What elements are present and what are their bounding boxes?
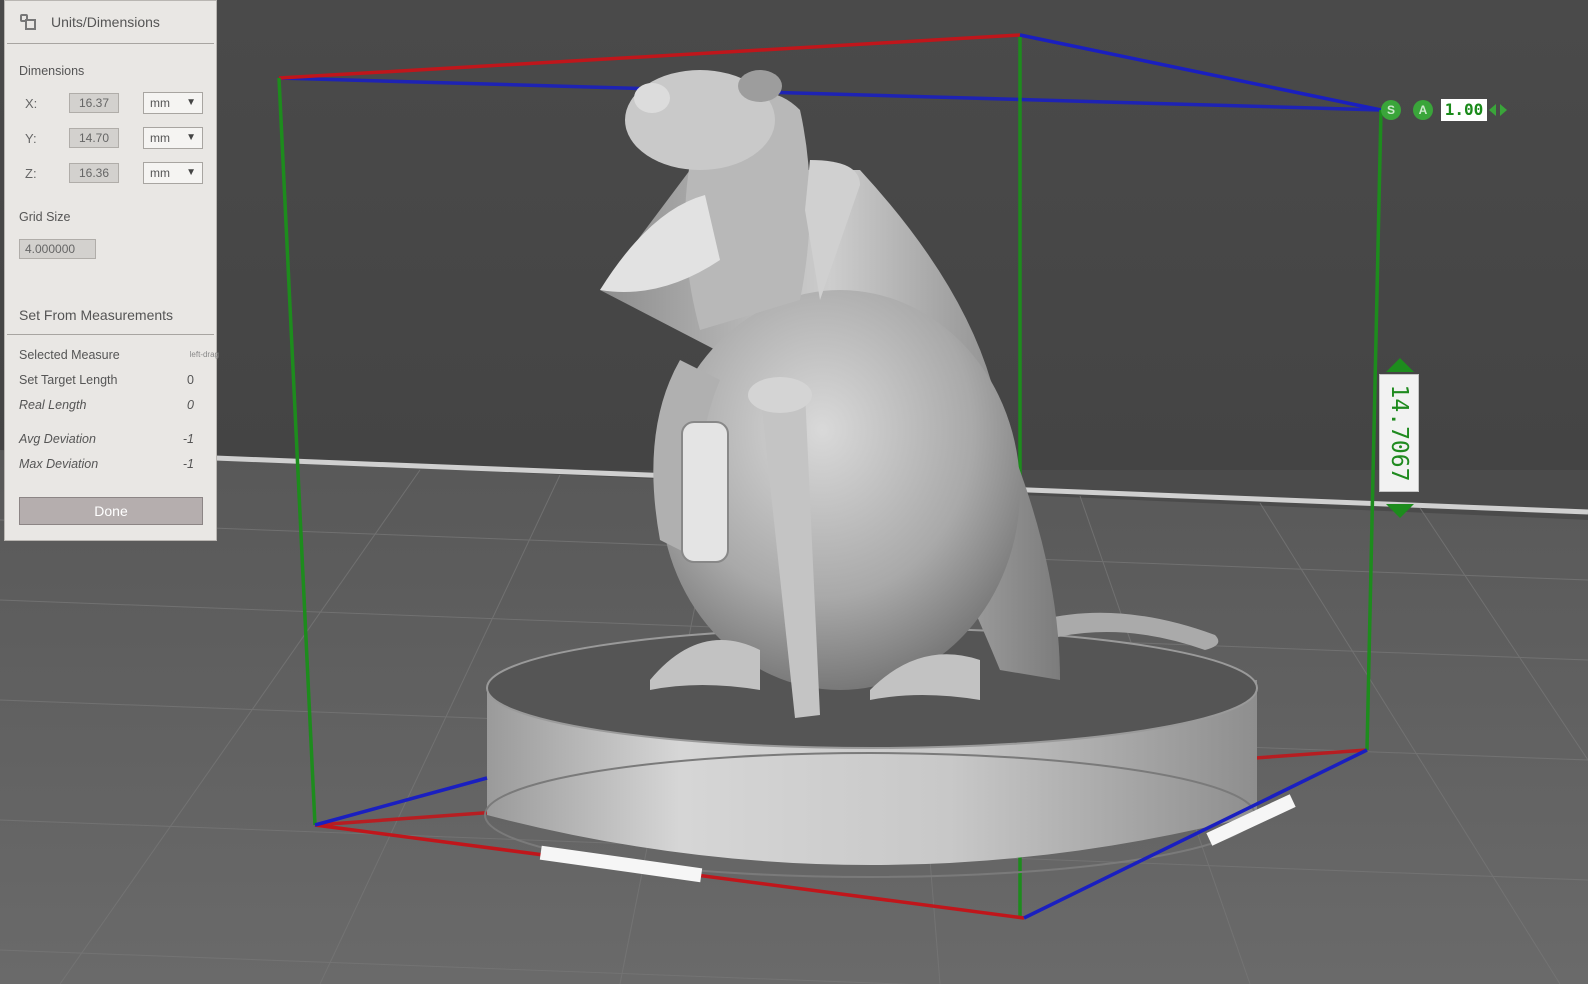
dimension-row-x: X: 16.37 mm ▼: [19, 92, 209, 115]
height-measure-value: 14.7067: [1386, 384, 1412, 482]
scale-increase-arrow-icon[interactable]: [1500, 104, 1507, 116]
set-target-length-input[interactable]: 0: [187, 373, 194, 387]
axis-label-z: Z:: [25, 166, 37, 181]
3d-viewport[interactable]: [0, 0, 1588, 984]
max-deviation-value: -1: [182, 457, 194, 471]
dimension-z-input[interactable]: 16.36: [69, 163, 119, 183]
scale-s-button[interactable]: S: [1381, 100, 1401, 120]
dimensions-label: Dimensions: [19, 64, 85, 78]
scale-a-button[interactable]: A: [1413, 100, 1433, 120]
dropdown-arrow-icon: ▼: [186, 132, 196, 143]
axis-label-y: Y:: [25, 131, 37, 146]
selected-measure-hint: left-drag: [189, 350, 219, 359]
dimension-y-input[interactable]: 14.70: [69, 128, 119, 148]
max-deviation-label: Max Deviation: [19, 457, 99, 471]
unit-y-select[interactable]: mm ▼: [143, 127, 203, 149]
selected-measure-label: Selected Measure: [19, 348, 120, 362]
dropdown-arrow-icon: ▼: [186, 167, 196, 178]
scale-decrease-arrow-icon[interactable]: [1489, 104, 1496, 116]
unit-z-select[interactable]: mm ▼: [143, 162, 203, 184]
real-length-label: Real Length: [19, 398, 87, 412]
unit-x-value: mm: [150, 96, 170, 110]
units-dimensions-panel: Units/Dimensions Dimensions X: 16.37 mm ▼…: [4, 0, 219, 541]
dropdown-arrow-icon: ▼: [186, 97, 196, 108]
done-button[interactable]: Done: [19, 497, 203, 525]
dimension-row-y: Y: 14.70 mm ▼: [19, 127, 209, 150]
unit-y-value: mm: [150, 131, 170, 145]
height-measure-label[interactable]: 14.7067: [1379, 374, 1419, 492]
dimension-row-z: Z: 16.36 mm ▼: [19, 162, 209, 185]
set-target-length-label: Set Target Length: [19, 373, 118, 387]
panel-header[interactable]: Units/Dimensions: [7, 1, 214, 44]
grid-size-label: Grid Size: [19, 210, 71, 224]
scale-value-field[interactable]: 1.00: [1441, 99, 1487, 121]
avg-deviation-label: Avg Deviation: [19, 432, 96, 446]
axis-label-x: X:: [25, 96, 38, 111]
set-from-measurements-label: Set From Measurements: [19, 307, 174, 323]
dimension-x-input[interactable]: 16.37: [69, 93, 119, 113]
avg-deviation-value: -1: [182, 432, 194, 446]
unit-x-select[interactable]: mm ▼: [143, 92, 203, 114]
real-length-value: 0: [187, 398, 194, 412]
grid-size-input[interactable]: 4.000000: [19, 239, 96, 259]
unit-z-value: mm: [150, 166, 170, 180]
panel-window-icon: [19, 13, 37, 31]
section-divider: [7, 334, 214, 335]
panel-title: Units/Dimensions: [51, 14, 160, 30]
